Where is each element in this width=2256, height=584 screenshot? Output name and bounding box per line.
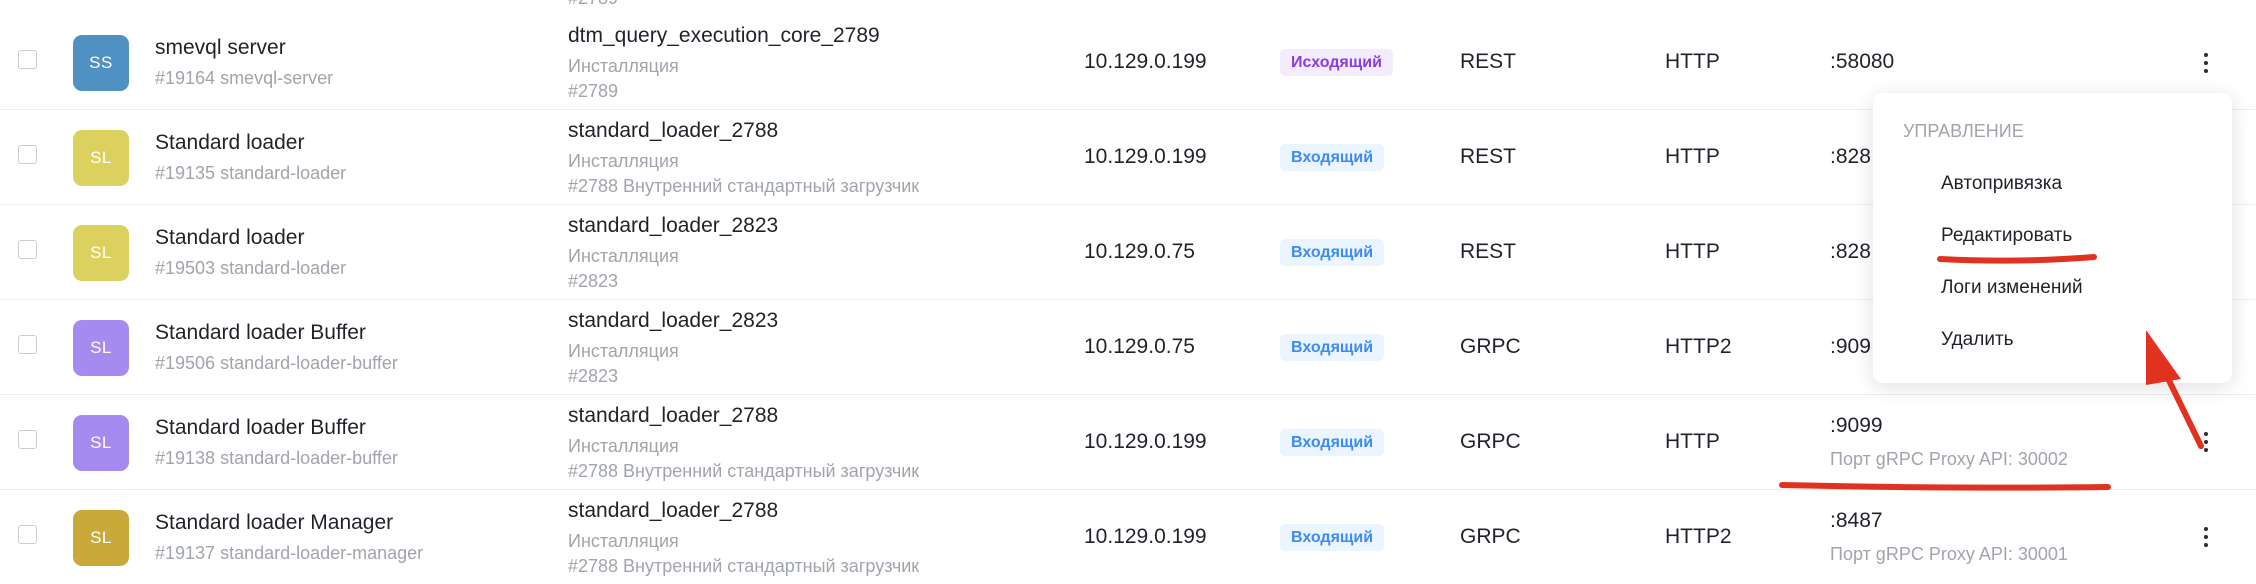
ip-address: 10.129.0.75 <box>1084 335 1195 358</box>
instance-type: Инсталляция <box>568 246 679 266</box>
instance-id: #2788 Внутренний стандартный загрузчик <box>568 556 920 576</box>
direction-badge: Входящий <box>1280 239 1385 266</box>
instance-type: Инсталляция <box>568 436 679 456</box>
row-checkbox[interactable] <box>18 50 37 69</box>
service-id: #19503 standard-loader <box>155 258 347 278</box>
transport: HTTP <box>1665 145 1720 168</box>
instance-title[interactable]: standard_loader_2788 <box>568 404 778 428</box>
direction-badge: Входящий <box>1280 144 1385 171</box>
menu-item-delete[interactable]: Удалить <box>1941 329 2014 351</box>
grpc-proxy-port: Порт gRPC Proxy API: 30002 <box>1830 449 2068 469</box>
transport: HTTP <box>1665 430 1720 453</box>
protocol: GRPC <box>1460 525 1521 548</box>
instance-type: Инсталляция <box>568 56 679 76</box>
avatar: SL <box>73 130 129 186</box>
instance-id: #2788 Внутренний стандартный загрузчик <box>568 176 920 196</box>
instance-id: #2788 Внутренний стандартный загрузчик <box>568 461 920 481</box>
actions-menu: УПРАВЛЕНИЕ Автопривязка Редактировать Ло… <box>1873 93 2232 383</box>
port: :909 <box>1830 335 1871 358</box>
instance-id: #2823 <box>568 366 619 386</box>
transport: HTTP <box>1665 240 1720 263</box>
direction-badge: Входящий <box>1280 524 1385 551</box>
more-actions-icon[interactable] <box>2196 522 2216 552</box>
instance-title[interactable]: dtm_query_execution_core_2789 <box>568 24 880 48</box>
table-row[interactable]: SL Standard loader Manager #19137 standa… <box>0 489 2256 584</box>
row-checkbox[interactable] <box>18 430 37 449</box>
avatar: SL <box>73 320 129 376</box>
instance-title[interactable]: standard_loader_2823 <box>568 214 778 238</box>
port: :8487 <box>1830 509 1883 532</box>
service-id: #19164 smevql-server <box>155 68 334 88</box>
instance-id: #2823 <box>568 271 619 291</box>
avatar: SL <box>73 415 129 471</box>
protocol: GRPC <box>1460 430 1521 453</box>
ip-address: 10.129.0.199 <box>1084 145 1207 168</box>
port: :828 <box>1830 240 1871 263</box>
more-actions-icon[interactable] <box>2196 427 2216 457</box>
instance-title[interactable]: standard_loader_2788 <box>568 119 778 143</box>
row-checkbox[interactable] <box>18 240 37 259</box>
avatar: SL <box>73 510 129 566</box>
protocol: REST <box>1460 145 1517 168</box>
direction-badge: Входящий <box>1280 334 1385 361</box>
instance-type: Инсталляция <box>568 341 679 361</box>
instance-title[interactable]: standard_loader_2823 <box>568 309 778 333</box>
protocol: REST <box>1460 50 1517 73</box>
service-id: #19506 standard-loader-buffer <box>155 353 398 373</box>
service-id: #19135 standard-loader <box>155 163 347 183</box>
protocol: GRPC <box>1460 335 1521 358</box>
cut-off-text: #2789 <box>568 0 618 9</box>
direction-badge: Исходящий <box>1280 49 1393 76</box>
more-actions-icon[interactable] <box>2196 48 2216 78</box>
service-name: Standard loader <box>155 226 305 249</box>
menu-item-change-log[interactable]: Логи изменений <box>1941 277 2083 299</box>
port: :9099 <box>1830 414 1883 437</box>
service-id: #19138 standard-loader-buffer <box>155 448 398 468</box>
menu-item-edit[interactable]: Редактировать <box>1941 225 2072 247</box>
transport: HTTP <box>1665 50 1720 73</box>
avatar: SL <box>73 225 129 281</box>
menu-header: УПРАВЛЕНИЕ <box>1903 121 2024 141</box>
service-name: Standard loader <box>155 131 305 154</box>
service-name: Standard loader Buffer <box>155 416 366 439</box>
ip-address: 10.129.0.75 <box>1084 240 1195 263</box>
ip-address: 10.129.0.199 <box>1084 50 1207 73</box>
transport: HTTP2 <box>1665 335 1732 358</box>
instance-id: #2789 <box>568 81 619 101</box>
direction-badge: Входящий <box>1280 429 1385 456</box>
row-checkbox[interactable] <box>18 335 37 354</box>
instance-type: Инсталляция <box>568 531 679 551</box>
instance-title[interactable]: standard_loader_2788 <box>568 499 778 523</box>
service-name: Standard loader Manager <box>155 511 394 534</box>
port: :58080 <box>1830 50 1895 73</box>
instance-type: Инсталляция <box>568 151 679 171</box>
grpc-proxy-port: Порт gRPC Proxy API: 30001 <box>1830 544 2068 564</box>
menu-item-autobind[interactable]: Автопривязка <box>1941 173 2062 195</box>
service-name: Standard loader Buffer <box>155 321 366 344</box>
transport: HTTP2 <box>1665 525 1732 548</box>
row-checkbox[interactable] <box>18 145 37 164</box>
port: :828 <box>1830 145 1871 168</box>
ip-address: 10.129.0.199 <box>1084 430 1207 453</box>
ip-address: 10.129.0.199 <box>1084 525 1207 548</box>
service-name: smevql server <box>155 36 286 59</box>
row-checkbox[interactable] <box>18 525 37 544</box>
table-row[interactable]: SL Standard loader Buffer #19138 standar… <box>0 394 2256 490</box>
service-id: #19137 standard-loader-manager <box>155 543 424 563</box>
avatar: SS <box>73 35 129 91</box>
protocol: REST <box>1460 240 1517 263</box>
